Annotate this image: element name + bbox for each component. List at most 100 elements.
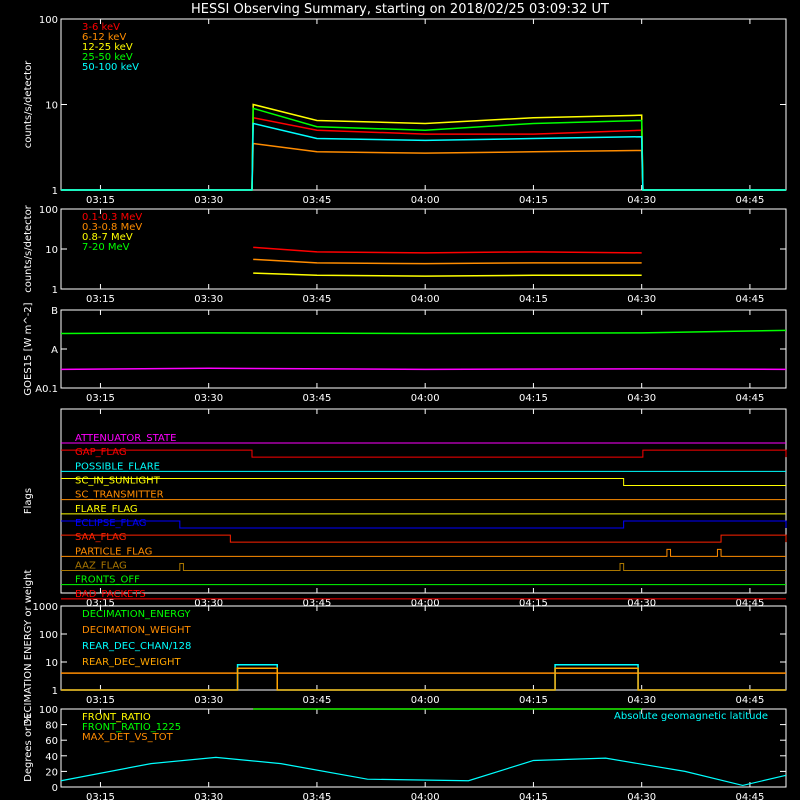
series-line bbox=[61, 667, 786, 691]
x-tick-label: 04:15 bbox=[519, 792, 548, 800]
flag-line bbox=[61, 563, 786, 571]
series-line bbox=[60, 756, 787, 787]
x-tick-label: 03:15 bbox=[86, 195, 115, 206]
series-line bbox=[61, 116, 786, 191]
flag-line bbox=[61, 548, 786, 557]
panel-frame bbox=[60, 18, 787, 191]
panel-ratio: 03:15 03:30 03:45 04:00 04:15 04:30 04:45 0 20 40… bbox=[23, 705, 787, 800]
y-axis-label: DECIMATION ENERGY or weight bbox=[23, 569, 34, 726]
legend-entry: REAR_DEC_CHAN/128 bbox=[82, 641, 191, 652]
legend-entry: DECIMATION_ENERGY bbox=[82, 609, 191, 620]
flag-label: FRONTS_OFF bbox=[75, 575, 140, 586]
y-tick-label: 80 bbox=[45, 721, 58, 732]
x-tick-label: 03:30 bbox=[194, 294, 223, 305]
x-tick-label: 03:45 bbox=[303, 393, 332, 404]
y-tick-label: 1 bbox=[52, 285, 58, 296]
x-tick-label: 03:15 bbox=[86, 695, 115, 706]
y-tick-label: 10 bbox=[45, 658, 58, 669]
x-tick-label: 04:30 bbox=[627, 792, 656, 800]
y-tick-label: 100 bbox=[39, 205, 58, 216]
series-line bbox=[61, 107, 786, 191]
y-tick-label: A0.1 bbox=[35, 384, 58, 395]
x-tick-label: 03:30 bbox=[194, 195, 223, 206]
series-line bbox=[60, 329, 787, 335]
flag-line bbox=[61, 520, 787, 529]
x-tick-label: 03:45 bbox=[303, 195, 332, 206]
panel-frame bbox=[60, 208, 787, 290]
y-tick-label: 100 bbox=[39, 15, 58, 26]
flag-line bbox=[61, 449, 787, 458]
panel-gamma: 03:15 03:30 03:45 04:00 04:15 04:30 04:45 1 10 10… bbox=[23, 204, 787, 305]
x-tick-label: 04:45 bbox=[736, 195, 765, 206]
x-tick-label: 04:30 bbox=[627, 195, 656, 206]
x-tick-label: 03:30 bbox=[194, 393, 223, 404]
x-tick-label: 04:45 bbox=[736, 294, 765, 305]
flag-line bbox=[61, 478, 786, 486]
flag-label: SC_IN_SUNLIGHT bbox=[75, 476, 161, 487]
y-axis-label: GOES15 [W m^-2] bbox=[23, 302, 34, 395]
legend-entry: REAR_DEC_WEIGHT bbox=[82, 657, 181, 668]
x-tick-label: 03:15 bbox=[86, 294, 115, 305]
series-line bbox=[61, 103, 786, 191]
y-tick-label: 1000 bbox=[33, 602, 58, 613]
y-tick-label: 10 bbox=[45, 245, 58, 256]
panel-lc: 03:15 03:30 03:45 04:00 04:15 04:30 04:45 1 10 10… bbox=[23, 15, 787, 206]
x-tick-label: 03:45 bbox=[303, 294, 332, 305]
legend-entry: 50-100 keV bbox=[82, 62, 139, 73]
hessi-summary-figure: HESSI Observing Summary, starting on 201… bbox=[23, 2, 787, 800]
y-tick-label: 10 bbox=[45, 101, 58, 112]
x-tick-label: 04:45 bbox=[736, 792, 765, 800]
flag-label: BAD_PACKETS bbox=[75, 589, 146, 600]
x-tick-label: 03:30 bbox=[194, 792, 223, 800]
x-tick-label: 04:30 bbox=[627, 294, 656, 305]
y-tick-label: 0 bbox=[52, 783, 58, 794]
x-tick-label: 04:00 bbox=[411, 195, 440, 206]
x-tick-label: 04:15 bbox=[519, 393, 548, 404]
y-tick-label: 100 bbox=[39, 705, 58, 716]
x-tick-label: 04:00 bbox=[411, 695, 440, 706]
y-tick-label: 1 bbox=[52, 186, 58, 197]
x-tick-label: 04:45 bbox=[736, 695, 765, 706]
x-tick-label: 04:30 bbox=[627, 695, 656, 706]
x-tick-label: 04:15 bbox=[519, 695, 548, 706]
legend-entry: 7-20 MeV bbox=[82, 242, 130, 253]
flag-label: GAP_FLAG bbox=[75, 447, 127, 458]
y-tick-label: 1 bbox=[52, 686, 58, 697]
flag-label: AAZ_FLAG bbox=[75, 561, 127, 572]
series-line bbox=[253, 258, 642, 265]
x-tick-label: 03:15 bbox=[86, 792, 115, 800]
series-line bbox=[61, 663, 786, 691]
legend-entry: Absolute geomagnetic latitude bbox=[614, 711, 768, 722]
panels-group: 03:15 03:30 03:45 04:00 04:15 04:30 04:4511010… bbox=[23, 15, 787, 800]
x-tick-label: 03:45 bbox=[303, 792, 332, 800]
panel-flags: 03:15 03:30 03:45 04:00 04:15 04:30 04:45Flags… bbox=[23, 408, 787, 609]
y-axis-label: counts/s/detector bbox=[23, 60, 34, 148]
panel-goes: 03:15 03:30 03:45 04:00 04:15 04:30 04:45 A0.1 A… bbox=[23, 302, 787, 404]
flag-label: ATTENUATOR_STATE bbox=[75, 433, 176, 444]
x-tick-label: 04:45 bbox=[736, 393, 765, 404]
flag-label: FLARE_FLAG bbox=[75, 504, 138, 515]
flag-label: PARTICLE_FLAG bbox=[75, 546, 152, 557]
y-axis-label: Flags bbox=[23, 488, 34, 514]
flag-label: ECLIPSE_FLAG bbox=[75, 518, 146, 529]
x-tick-label: 04:00 bbox=[411, 393, 440, 404]
legend-entry: DECIMATION_WEIGHT bbox=[82, 625, 191, 636]
series-line bbox=[60, 367, 787, 371]
x-tick-label: 04:30 bbox=[627, 393, 656, 404]
y-tick-label: 40 bbox=[45, 752, 58, 763]
x-tick-label: 04:15 bbox=[519, 294, 548, 305]
x-tick-label: 04:00 bbox=[411, 792, 440, 800]
y-tick-label: 60 bbox=[45, 736, 58, 747]
flag-label: SAA_FLAG bbox=[75, 532, 126, 543]
x-tick-label: 04:00 bbox=[411, 294, 440, 305]
y-tick-label: B bbox=[51, 306, 58, 317]
series-line bbox=[61, 142, 786, 191]
series-line bbox=[253, 246, 642, 254]
x-tick-label: 03:45 bbox=[303, 695, 332, 706]
x-tick-label: 04:15 bbox=[519, 195, 548, 206]
series-line bbox=[253, 272, 642, 277]
x-tick-label: 03:15 bbox=[86, 393, 115, 404]
y-axis-label: counts/s/detector bbox=[23, 204, 34, 292]
y-tick-label: 20 bbox=[45, 767, 58, 778]
y-tick-label: A bbox=[51, 345, 58, 356]
